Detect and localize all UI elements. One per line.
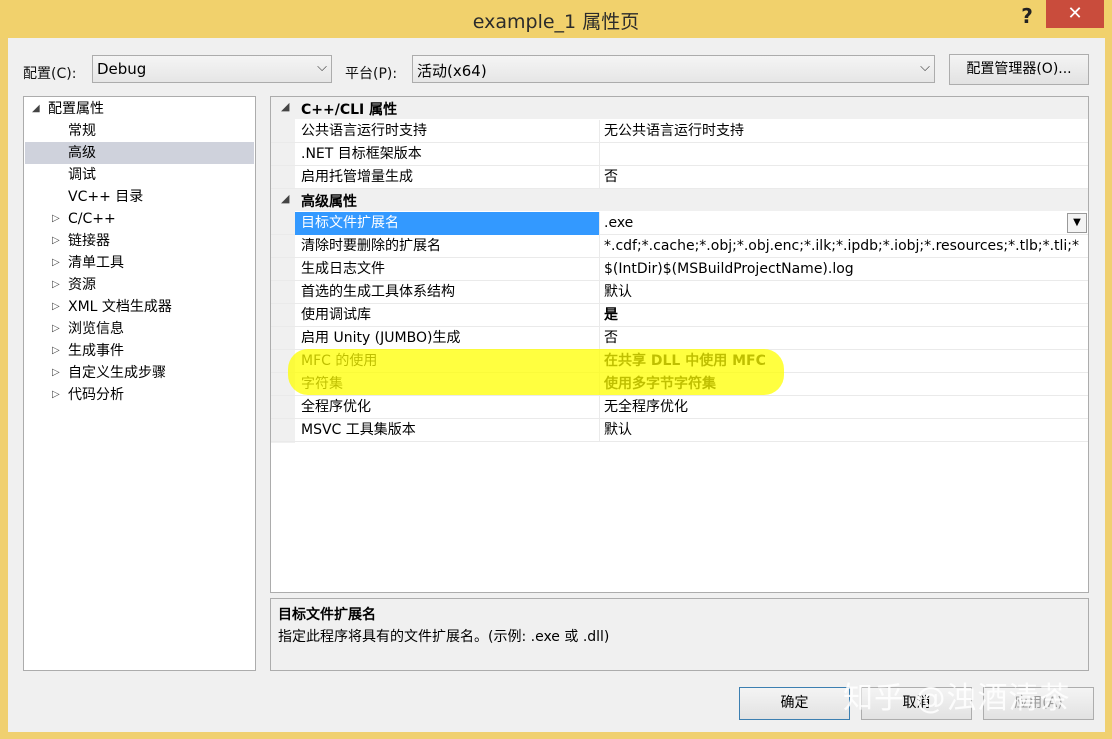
property-value[interactable]: *.cdf;*.cache;*.obj;*.obj.enc;*.ilk;*.ip… — [601, 235, 1088, 258]
property-row[interactable]: 首选的生成工具体系结构 默认 — [271, 281, 1088, 304]
property-name: 字符集 — [295, 373, 600, 396]
category-advanced[interactable]: ◢ 高级属性 — [271, 189, 1088, 211]
tree-item-config-properties[interactable]: 配置属性 — [48, 98, 104, 120]
collapse-icon[interactable]: ◢ — [32, 98, 40, 120]
property-name: 使用调试库 — [295, 304, 600, 327]
expand-icon[interactable]: ▷ — [52, 362, 60, 384]
expand-icon[interactable]: ▷ — [52, 208, 60, 230]
description-text: 指定此程序将具有的文件扩展名。(示例: .exe 或 .dll) — [278, 629, 610, 645]
dialog-client: 配置(C): Debug ⌵ 平台(P): 活动(x64) ⌵ 配置管理器(O)… — [8, 38, 1105, 732]
property-row[interactable]: MSVC 工具集版本 默认 — [271, 419, 1088, 442]
chevron-down-icon: ⌵ — [317, 60, 327, 75]
property-row[interactable]: 生成日志文件 $(IntDir)$(MSBuildProjectName).lo… — [271, 258, 1088, 281]
tree-item-cpp[interactable]: C/C++ — [68, 208, 116, 230]
category-cli[interactable]: ◢ C++/CLI 属性 — [271, 97, 1088, 119]
properties-window: example_1 属性页 ? ✕ 配置(C): Debug ⌵ 平台(P): … — [0, 0, 1112, 739]
property-row[interactable]: .NET 目标框架版本 — [271, 143, 1088, 166]
ok-button[interactable]: 确定 — [739, 687, 850, 720]
expand-icon[interactable]: ▷ — [52, 252, 60, 274]
property-value[interactable]: 默认 — [601, 281, 1088, 304]
property-row[interactable]: 字符集 使用多字节字符集 — [271, 373, 1088, 396]
property-value[interactable]: 是 — [601, 304, 1088, 327]
expand-icon[interactable]: ▷ — [52, 230, 60, 252]
property-value[interactable]: 使用多字节字符集 — [601, 373, 1088, 396]
tree-item-build-events[interactable]: 生成事件 — [68, 340, 124, 362]
property-value[interactable]: .exe — [601, 212, 1088, 235]
chevron-down-icon[interactable]: ▼ — [1067, 213, 1087, 233]
property-name: .NET 目标框架版本 — [295, 143, 600, 166]
description-title: 目标文件扩展名 — [278, 607, 376, 623]
tree-item-browse-info[interactable]: 浏览信息 — [68, 318, 124, 340]
property-row-selected[interactable]: 目标文件扩展名 .exe ▼ — [271, 212, 1088, 235]
config-manager-button[interactable]: 配置管理器(O)... — [949, 54, 1089, 85]
property-value[interactable]: 无公共语言运行时支持 — [601, 120, 1088, 143]
property-value[interactable]: 默认 — [601, 419, 1088, 442]
property-value[interactable]: $(IntDir)$(MSBuildProjectName).log — [601, 258, 1088, 281]
property-name: MSVC 工具集版本 — [295, 419, 600, 442]
property-value[interactable]: 在共享 DLL 中使用 MFC — [601, 350, 1088, 373]
config-select[interactable]: Debug ⌵ — [92, 55, 332, 83]
chevron-down-icon: ⌵ — [920, 60, 930, 75]
category-title: 高级属性 — [301, 194, 357, 210]
tree-item-linker[interactable]: 链接器 — [68, 230, 110, 252]
tree-item-xml-doc[interactable]: XML 文档生成器 — [68, 296, 172, 318]
property-name: 启用托管增量生成 — [295, 166, 600, 189]
property-name: MFC 的使用 — [295, 350, 600, 373]
tree-item-manifest-tool[interactable]: 清单工具 — [68, 252, 124, 274]
property-name: 启用 Unity (JUMBO)生成 — [295, 327, 600, 350]
property-row[interactable]: 全程序优化 无全程序优化 — [271, 396, 1088, 419]
property-row[interactable]: MFC 的使用 在共享 DLL 中使用 MFC — [271, 350, 1088, 373]
property-value[interactable]: 否 — [601, 327, 1088, 350]
description-panel: 目标文件扩展名 指定此程序将具有的文件扩展名。(示例: .exe 或 .dll) — [270, 598, 1089, 671]
property-row[interactable]: 清除时要删除的扩展名 *.cdf;*.cache;*.obj;*.obj.enc… — [271, 235, 1088, 258]
tree-item-general[interactable]: 常规 — [68, 120, 96, 142]
config-select-value: Debug — [97, 60, 147, 78]
property-name: 首选的生成工具体系结构 — [295, 281, 600, 304]
title-bar[interactable]: example_1 属性页 ? ✕ — [0, 0, 1112, 38]
platform-select-value: 活动(x64) — [417, 62, 487, 80]
property-row[interactable]: 启用 Unity (JUMBO)生成 否 — [271, 327, 1088, 350]
category-tree[interactable]: ◢ 配置属性 常规 高级 调试 VC++ 目录 ▷ C/C++ ▷ 链接器 ▷ … — [23, 96, 256, 671]
property-name: 生成日志文件 — [295, 258, 600, 281]
tree-item-code-analysis[interactable]: 代码分析 — [68, 384, 124, 406]
window-title: example_1 属性页 — [472, 11, 640, 33]
tree-item-resources[interactable]: 资源 — [68, 274, 96, 296]
property-grid[interactable]: ◢ C++/CLI 属性 公共语言运行时支持 无公共语言运行时支持 .NET 目… — [270, 96, 1089, 593]
collapse-icon[interactable]: ◢ — [281, 192, 289, 205]
tree-item-vc-directories[interactable]: VC++ 目录 — [68, 186, 143, 208]
property-value[interactable] — [601, 143, 1088, 166]
property-name: 目标文件扩展名 — [295, 212, 600, 235]
expand-icon[interactable]: ▷ — [52, 340, 60, 362]
property-row[interactable]: 使用调试库 是 — [271, 304, 1088, 327]
expand-icon[interactable]: ▷ — [52, 296, 60, 318]
property-value[interactable]: 无全程序优化 — [601, 396, 1088, 419]
config-label: 配置(C): — [23, 66, 77, 82]
property-value[interactable]: 否 — [601, 166, 1088, 189]
collapse-icon[interactable]: ◢ — [281, 100, 289, 113]
property-row[interactable]: 公共语言运行时支持 无公共语言运行时支持 — [271, 120, 1088, 143]
expand-icon[interactable]: ▷ — [52, 274, 60, 296]
property-row[interactable]: 启用托管增量生成 否 — [271, 166, 1088, 189]
platform-select[interactable]: 活动(x64) ⌵ — [412, 55, 935, 83]
platform-label: 平台(P): — [345, 66, 398, 82]
category-title: C++/CLI 属性 — [301, 102, 398, 118]
close-button[interactable]: ✕ — [1046, 0, 1104, 28]
tree-item-advanced[interactable]: 高级 — [25, 142, 254, 164]
expand-icon[interactable]: ▷ — [52, 384, 60, 406]
property-name: 公共语言运行时支持 — [295, 120, 600, 143]
watermark: 知乎 @浊酒清茶 — [843, 681, 1071, 716]
property-name: 全程序优化 — [295, 396, 600, 419]
tree-item-debugging[interactable]: 调试 — [68, 164, 96, 186]
property-name: 清除时要删除的扩展名 — [295, 235, 600, 258]
tree-item-custom-build[interactable]: 自定义生成步骤 — [68, 362, 166, 384]
expand-icon[interactable]: ▷ — [52, 318, 60, 340]
help-icon[interactable]: ? — [1014, 4, 1040, 30]
